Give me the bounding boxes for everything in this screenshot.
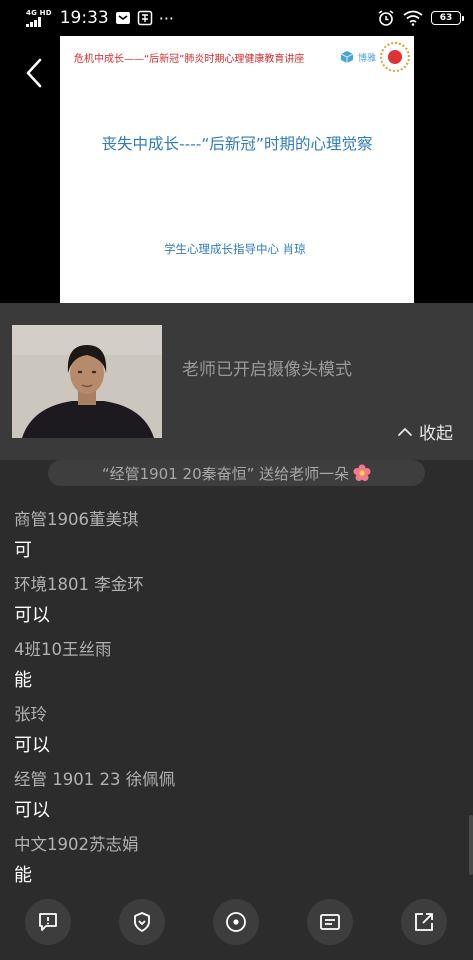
bottom-toolbar [0,884,473,960]
collapse-label: 收起 [419,424,453,444]
gift-banner-text: “经管1901 20秦奋恒” 送给老师一朵 [101,464,350,483]
slide-logo: 博雅 [340,42,410,72]
chat-message: 中文1902苏志娟 能 [14,831,454,884]
live-video-area[interactable]: 危机中成长——“后新冠”肺炎时期心理健康教育讲座 博雅 丧失中成长----“后新… [0,36,473,303]
slide-title: 丧失中成长----“后新冠”时期的心理觉察 [101,135,373,153]
back-button[interactable] [20,56,48,90]
badge-button[interactable] [119,899,165,945]
share-icon [415,913,433,931]
battery-indicator: 63 [431,11,464,25]
chat-list[interactable]: “经管1901 20秦奋恒” 送给老师一朵 商管1906董美琪 可 环境1801… [0,460,473,884]
share-button[interactable] [401,899,447,945]
target-icon [226,912,246,932]
network-label: 4G HD [26,8,52,17]
app-notification-icon [137,10,153,26]
status-time: 19:33 [59,8,109,28]
chat-message: 商管1906董美琪 可 [14,506,454,562]
shield-icon [134,912,150,932]
card-icon [320,914,340,930]
presentation-slide: 危机中成长——“后新冠”肺炎时期心理健康教育讲座 博雅 丧失中成长----“后新… [60,36,414,303]
slide-header: 危机中成长——“后新冠”肺炎时期心理健康教育讲座 [74,54,305,65]
message-text: 可 [14,540,32,561]
signal-icon: 4G HD [26,8,52,27]
alarm-icon [377,9,395,27]
collapse-button[interactable]: 收起 [397,419,453,444]
chat-scrollbar[interactable] [469,815,473,875]
message-text: 能 [14,865,32,884]
more-notifications: ··· [158,8,174,28]
message-icon [115,11,131,25]
message-sender: 4班10王丝雨 [14,640,112,659]
message-sender: 张玲 [14,705,47,724]
flower-icon [353,464,371,482]
message-sender: 商管1906董美琪 [14,510,139,529]
chat-button[interactable] [25,899,71,945]
message-text: 可以 [14,605,50,626]
chat-message: 环境1801 李金环 可以 [14,571,454,627]
logo-cube-icon [340,50,354,64]
chat-message: 经管 1901 23 徐佩佩 可以 [14,766,454,822]
record-button[interactable] [213,899,259,945]
camera-status-text: 老师已开启摄像头模式 [182,360,352,380]
emblem-icon [380,42,410,72]
status-left: 4G HD 19:33 ··· [26,8,174,28]
status-bar: 4G HD 19:33 ··· 63 [0,0,473,36]
chat-message: 张玲 可以 [14,701,454,757]
wifi-icon [403,10,423,26]
camera-panel: 老师已开启摄像头模式 收起 [0,303,473,460]
chevron-up-icon [398,427,412,436]
status-right: 63 [377,9,464,27]
teacher-camera-feed[interactable] [12,325,162,438]
message-text: 能 [14,670,32,691]
message-text: 可以 [14,735,50,756]
chat-message: 4班10王丝雨 能 [14,636,454,692]
message-sender: 环境1801 李金环 [14,575,144,594]
logo-text: 博雅 [357,53,376,64]
slide-subtitle: 学生心理成长指导中心 肖琼 [164,242,306,256]
chevron-left-icon [26,58,42,88]
message-text: 可以 [14,800,50,821]
card-button[interactable] [307,899,353,945]
message-sender: 经管 1901 23 徐佩佩 [14,770,176,789]
chat-icon [39,913,57,931]
message-sender: 中文1902苏志娟 [14,835,139,854]
gift-banner: “经管1901 20秦奋恒” 送给老师一朵 [48,460,425,486]
